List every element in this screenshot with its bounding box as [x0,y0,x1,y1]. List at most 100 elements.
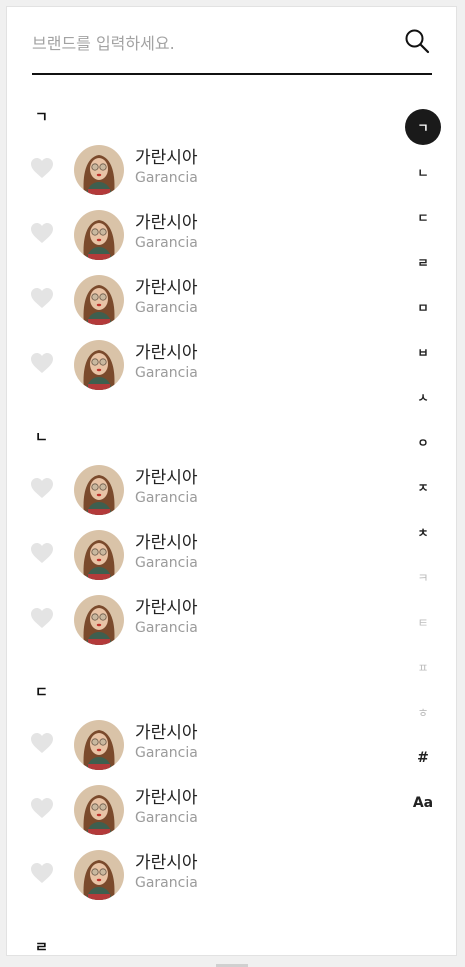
index-item[interactable]: ㅂ [405,330,441,375]
brand-avatar[interactable] [74,785,124,835]
index-item[interactable]: Aa [405,780,441,825]
search-input[interactable] [32,25,382,61]
like-button[interactable] [30,607,54,629]
brand-avatar[interactable] [74,210,124,260]
index-label: ㅊ [417,526,429,540]
brand-avatar[interactable] [74,850,124,900]
brand-photo [74,275,124,325]
heart-icon [31,543,53,563]
brand-name-korean[interactable]: 가란시아 [135,783,198,808]
brand-name-english[interactable]: Garancia [135,300,198,316]
index-item[interactable]: ㄴ [405,150,441,195]
heart-icon [31,608,53,628]
brand-photo [74,210,124,260]
brand-item[interactable]: 가란시아 Garancia [7,332,387,397]
index-item[interactable]: ㅌ [405,600,441,645]
index-item[interactable]: ㅊ [405,510,441,555]
brand-name-korean[interactable]: 가란시아 [135,593,198,618]
index-item[interactable]: ㅎ [405,690,441,735]
index-item[interactable]: ㅇ [405,420,441,465]
like-button[interactable] [30,287,54,309]
index-item[interactable]: # [405,735,441,780]
heart-icon [31,798,53,818]
brand-item[interactable]: 가란시아 Garancia [7,457,387,522]
brand-name-english[interactable]: Garancia [135,170,198,186]
brand-avatar[interactable] [74,720,124,770]
index-label: ㅌ [417,616,429,630]
index-label: ㅂ [417,346,429,360]
heart-icon [31,288,53,308]
brand-name-english[interactable]: Garancia [135,810,198,826]
brand-photo [74,785,124,835]
like-button[interactable] [30,732,54,754]
brand-name-english[interactable]: Garancia [135,620,198,636]
brand-panel: ㄱ 가란시아 Garancia 가란시아 [6,6,457,956]
section-header: ㄴ [35,430,48,446]
index-item[interactable]: ㅅ [405,375,441,420]
brand-photo [74,465,124,515]
brand-avatar[interactable] [74,530,124,580]
brand-name-korean[interactable]: 가란시아 [135,208,198,233]
heart-icon [31,478,53,498]
index-item[interactable]: ㅋ [405,555,441,600]
like-button[interactable] [30,222,54,244]
brand-name-english[interactable]: Garancia [135,745,198,761]
brand-item[interactable]: 가란시아 Garancia [7,137,387,202]
brand-list: ㄱ 가란시아 Garancia 가란시아 Garancia 가란시아 Garan… [7,97,387,955]
heart-icon [31,353,53,373]
brand-name-korean[interactable]: 가란시아 [135,143,198,168]
index-item[interactable]: ㅍ [405,645,441,690]
brand-name-korean[interactable]: 가란시아 [135,718,198,743]
brand-item[interactable]: 가란시아 Garancia [7,712,387,777]
brand-item[interactable]: 가란시아 Garancia [7,777,387,842]
search-bar [32,25,432,75]
brand-name-english[interactable]: Garancia [135,875,198,891]
index-item[interactable]: ㄹ [405,240,441,285]
search-icon [405,29,430,54]
brand-name-korean[interactable]: 가란시아 [135,528,198,553]
heart-icon [31,863,53,883]
brand-name-korean[interactable]: 가란시아 [135,848,198,873]
like-button[interactable] [30,352,54,374]
index-label: ㄷ [417,211,429,225]
index-item[interactable]: ㅈ [405,465,441,510]
like-button[interactable] [30,157,54,179]
index-item[interactable]: ㄷ [405,195,441,240]
brand-item[interactable]: 가란시아 Garancia [7,842,387,907]
heart-icon [31,223,53,243]
index-label: ㅎ [417,706,429,720]
index-label: ㅇ [417,436,429,450]
brand-item[interactable]: 가란시아 Garancia [7,267,387,332]
brand-name-english[interactable]: Garancia [135,365,198,381]
index-label: ㅈ [417,481,429,495]
brand-avatar[interactable] [74,275,124,325]
brand-name-korean[interactable]: 가란시아 [135,338,198,363]
index-label: ㅅ [417,391,429,405]
brand-name-korean[interactable]: 가란시아 [135,273,198,298]
brand-avatar[interactable] [74,145,124,195]
brand-avatar[interactable] [74,465,124,515]
like-button[interactable] [30,797,54,819]
like-button[interactable] [30,862,54,884]
brand-photo [74,850,124,900]
brand-item[interactable]: 가란시아 Garancia [7,587,387,652]
brand-name-english[interactable]: Garancia [135,490,198,506]
heart-icon [31,158,53,178]
index-item[interactable]: ㄱ [405,105,441,150]
index-label: ㅋ [417,571,429,585]
brand-photo [74,340,124,390]
like-button[interactable] [30,477,54,499]
brand-item[interactable]: 가란시아 Garancia [7,202,387,267]
brand-name-korean[interactable]: 가란시아 [135,463,198,488]
like-button[interactable] [30,542,54,564]
index-item[interactable]: ㅁ [405,285,441,330]
brand-name-english[interactable]: Garancia [135,235,198,251]
brand-avatar[interactable] [74,340,124,390]
brand-name-english[interactable]: Garancia [135,555,198,571]
search-button[interactable] [402,25,432,57]
brand-avatar[interactable] [74,595,124,645]
brand-item[interactable]: 가란시아 Garancia [7,522,387,587]
section-header: ㄱ [35,110,48,126]
